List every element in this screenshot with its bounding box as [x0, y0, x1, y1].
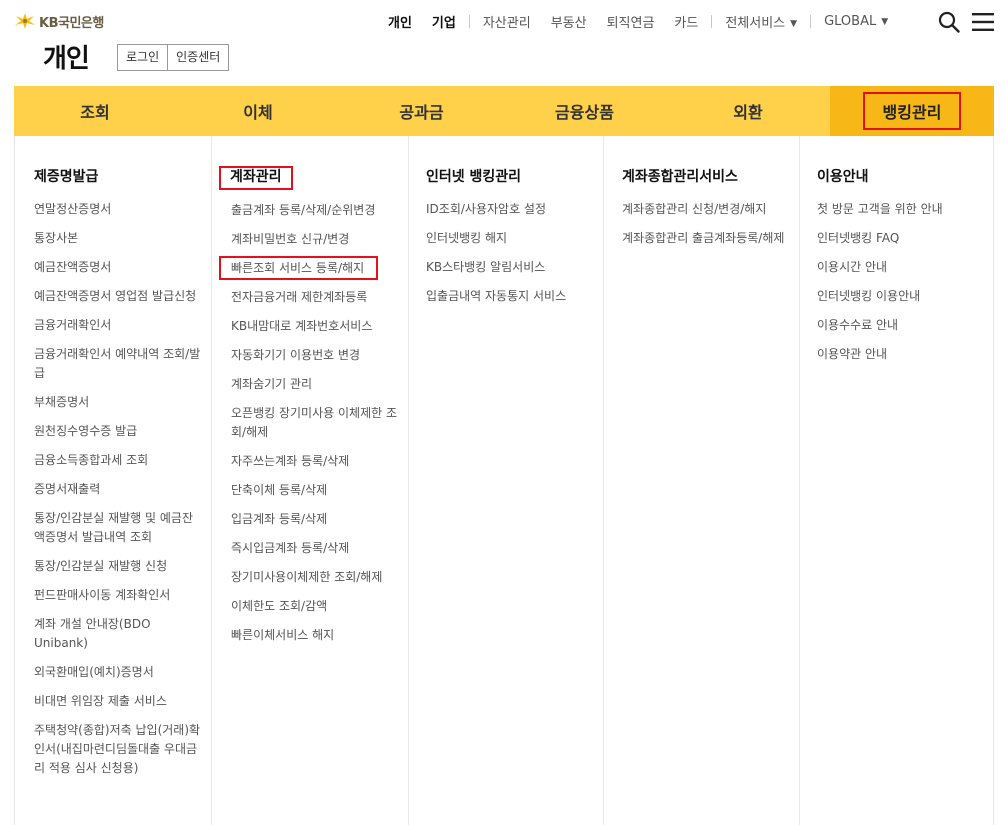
menu-item[interactable]: 이용약관 안내	[817, 345, 986, 364]
top-nav-realestate[interactable]: 부동산	[551, 12, 587, 31]
menu-item[interactable]: 오픈뱅킹 장기미사용 이체제한 조회/해제	[231, 404, 400, 442]
menu-item[interactable]: 인터넷뱅킹 해지	[426, 229, 595, 248]
menu-item[interactable]: 금융거래확인서	[34, 316, 203, 335]
divider	[468, 14, 470, 28]
menu-item[interactable]: 장기미사용이체제한 조회/해제	[231, 568, 400, 587]
divider	[810, 14, 812, 28]
top-nav-personal[interactable]: 개인	[388, 12, 412, 31]
menu-item[interactable]: 외국환매입(예치)증명서	[34, 663, 203, 682]
mega-menu: 제증명발급 연말정산증명서 통장사본 예금잔액증명서 예금잔액증명서 영업점 발…	[14, 136, 994, 825]
column-title[interactable]: 계좌종합관리서비스	[622, 167, 738, 187]
menu-item[interactable]: 계좌종합관리 신청/변경/해지	[622, 200, 787, 219]
menu-item[interactable]: 자주쓰는계좌 등록/삭제	[231, 452, 400, 471]
menu-item[interactable]: 원천징수영수증 발급	[34, 422, 203, 441]
menu-column-account-management: 계좌관리 출금계좌 등록/삭제/순위변경 계좌비밀번호 신규/변경 빠른조회 서…	[211, 136, 408, 825]
main-menu-bar: 조회 이체 공과금 금융상품 외환 뱅킹관리	[14, 86, 994, 136]
menu-item[interactable]: 즉시입금계좌 등록/삭제	[231, 539, 400, 558]
menu-item[interactable]: 이용수수료 안내	[817, 316, 986, 335]
page-title: 개인	[43, 44, 90, 74]
menu-item[interactable]: 이체한도 조회/감액	[231, 597, 400, 616]
menu-item[interactable]: 계좌 개설 안내장(BDO Unibank)	[34, 615, 203, 653]
menu-item[interactable]: 통장/인감분실 재발행 및 예금잔액증명서 발급내역 조회	[34, 509, 203, 547]
menu-item[interactable]: 자동화기기 이용번호 변경	[231, 346, 400, 365]
menu-column-guide: 이용안내 첫 방문 고객을 위한 안내 인터넷뱅킹 FAQ 이용시간 안내 인터…	[799, 136, 994, 825]
top-nav-global[interactable]: GLOBAL ▼	[824, 14, 888, 29]
menu-item[interactable]: 이용시간 안내	[817, 258, 986, 277]
menu-item[interactable]: 비대면 위임장 제출 서비스	[34, 692, 203, 711]
cert-center-button[interactable]: 인증센터	[167, 45, 229, 70]
top-nav: 개인 기업 자산관리 부동산 퇴직연금 카드 전체서비스 ▼ GLOBAL ▼	[388, 11, 888, 31]
menu-column-internet-banking: 인터넷 뱅킹관리 ID조회/사용자암호 설정 인터넷뱅킹 해지 KB스타뱅킹 알…	[408, 136, 603, 825]
tab-products[interactable]: 금융상품	[503, 86, 666, 136]
menu-item[interactable]: 통장/인감분실 재발행 신청	[34, 557, 203, 576]
menu-item[interactable]: 예금잔액증명서 영업점 발급신청	[34, 287, 203, 306]
menu-item[interactable]: ID조회/사용자암호 설정	[426, 200, 595, 219]
search-icon[interactable]	[938, 11, 960, 33]
menu-item[interactable]: 인터넷뱅킹 FAQ	[817, 229, 986, 248]
menu-item[interactable]: 빠른이체서비스 해지	[231, 626, 400, 645]
menu-item[interactable]: 부채증명서	[34, 393, 203, 412]
tab-banking-management[interactable]: 뱅킹관리	[830, 86, 994, 136]
column-title[interactable]: 인터넷 뱅킹관리	[426, 167, 521, 187]
column-title-highlighted[interactable]: 계좌관리	[219, 166, 293, 190]
menu-item[interactable]: 입출금내역 자동통지 서비스	[426, 287, 595, 306]
top-nav-asset[interactable]: 자산관리	[483, 12, 531, 31]
tab-utility[interactable]: 공과금	[340, 86, 503, 136]
menu-item[interactable]: 첫 방문 고객을 위한 안내	[817, 200, 986, 219]
tab-inquiry[interactable]: 조회	[14, 86, 176, 136]
top-nav-business[interactable]: 기업	[432, 12, 456, 31]
top-nav-all-services[interactable]: 전체서비스 ▼	[725, 12, 797, 31]
tab-forex[interactable]: 외환	[666, 86, 830, 136]
caret-down-icon: ▼	[790, 18, 798, 29]
menu-item-quick-inquiry[interactable]: 빠른조회 서비스 등록/해지	[219, 256, 400, 280]
menu-item[interactable]: 연말정산증명서	[34, 200, 203, 219]
menu-item[interactable]: 계좌비밀번호 신규/변경	[231, 230, 400, 249]
column-title[interactable]: 이용안내	[817, 167, 869, 187]
menu-item[interactable]: 인터넷뱅킹 이용안내	[817, 287, 986, 306]
kb-logo[interactable]: KB국민은행	[14, 10, 104, 32]
active-tab-label: 뱅킹관리	[862, 92, 962, 130]
menu-column-certificates: 제증명발급 연말정산증명서 통장사본 예금잔액증명서 예금잔액증명서 영업점 발…	[15, 136, 211, 825]
all-services-label: 전체서비스	[725, 15, 786, 31]
menu-item[interactable]: 펀드판매사이동 계좌확인서	[34, 586, 203, 605]
menu-item[interactable]: 통장사본	[34, 229, 203, 248]
menu-item[interactable]: 예금잔액증명서	[34, 258, 203, 277]
menu-item[interactable]: KB내맘대로 계좌번호서비스	[231, 317, 400, 336]
auth-buttons: 로그인 인증센터	[117, 44, 230, 71]
menu-item[interactable]: 전자금융거래 제한계좌등록	[231, 288, 400, 307]
menu-item-label-highlighted: 빠른조회 서비스 등록/해지	[219, 256, 379, 280]
menu-item[interactable]: 금융거래확인서 예약내역 조회/발급	[34, 345, 203, 383]
top-nav-pension[interactable]: 퇴직연금	[607, 12, 655, 31]
menu-item[interactable]: 계좌종합관리 출금계좌등록/해제	[622, 229, 787, 248]
menu-item[interactable]: 단축이체 등록/삭제	[231, 481, 400, 500]
menu-item[interactable]: KB스타뱅킹 알림서비스	[426, 258, 595, 277]
menu-column-account-integrated: 계좌종합관리서비스 계좌종합관리 신청/변경/해지 계좌종합관리 출금계좌등록/…	[603, 136, 799, 825]
column-title[interactable]: 제증명발급	[34, 167, 98, 187]
menu-item[interactable]: 증명서재출력	[34, 480, 203, 499]
menu-item[interactable]: 입금계좌 등록/삭제	[231, 510, 400, 529]
login-button[interactable]: 로그인	[118, 45, 168, 70]
menu-item[interactable]: 계좌숨기기 관리	[231, 375, 400, 394]
menu-item[interactable]: 출금계좌 등록/삭제/순위변경	[231, 201, 400, 220]
logo-text: KB국민은행	[39, 15, 104, 31]
menu-item[interactable]: 금융소득종합과세 조회	[34, 451, 203, 470]
global-label: GLOBAL	[824, 13, 877, 29]
kb-star-icon	[15, 13, 35, 29]
menu-item[interactable]: 주택청약(종합)저축 납입(거래)확인서(내집마련디딤돌대출 우대금리 적용 심…	[34, 721, 203, 778]
divider	[711, 14, 713, 28]
caret-down-icon: ▼	[881, 16, 889, 27]
tab-transfer[interactable]: 이체	[176, 86, 340, 136]
hamburger-menu-icon[interactable]	[972, 13, 994, 31]
top-nav-card[interactable]: 카드	[674, 12, 698, 31]
